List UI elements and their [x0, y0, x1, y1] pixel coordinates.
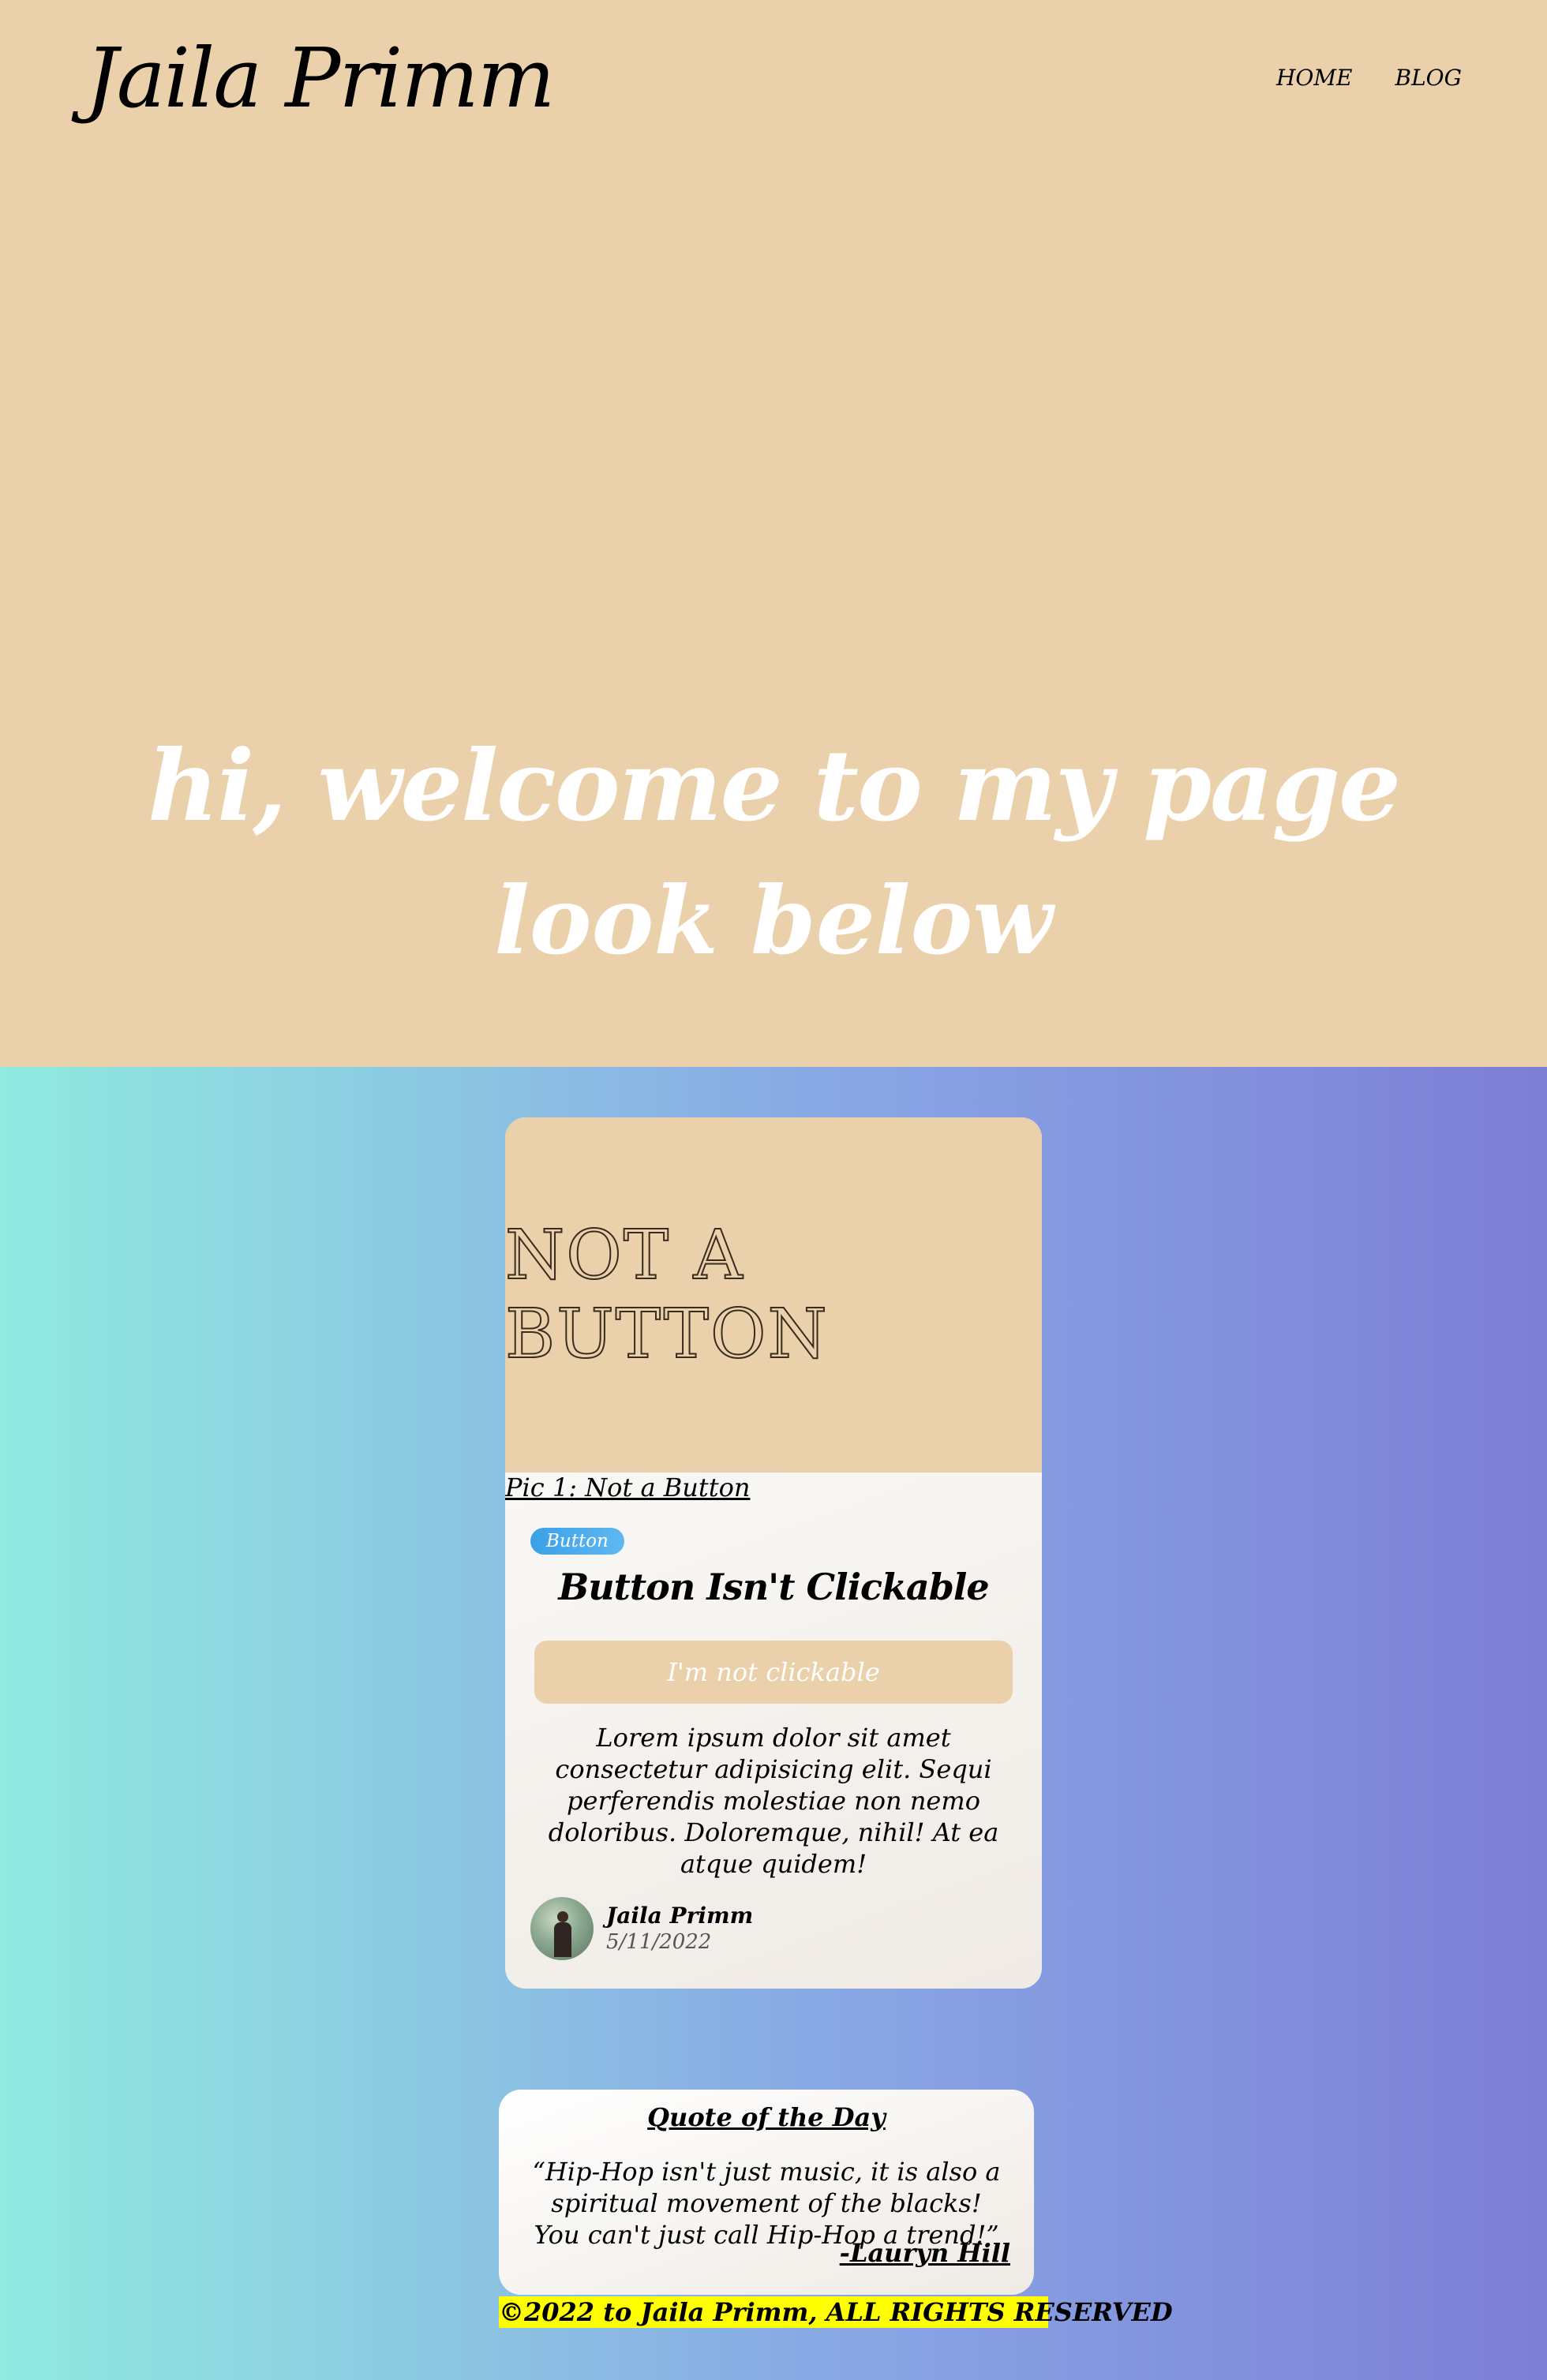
welcome-banner: hi, welcome to my page look below — [0, 720, 1547, 988]
image-caption: Pic 1: Not a Button — [505, 1473, 751, 1502]
quote-title: Quote of the Day — [647, 2102, 886, 2132]
card-author: Jaila Primm 5/11/2022 — [530, 1897, 753, 1960]
nav-blog-link[interactable]: BLOG — [1395, 65, 1463, 91]
card-image: NOT A BUTTON — [505, 1117, 1042, 1473]
main-nav: HOME BLOG — [1276, 65, 1462, 91]
card-title: Button Isn't Clickable — [558, 1566, 989, 1608]
nav-home-link[interactable]: HOME — [1276, 65, 1352, 91]
site-logo[interactable]: Jaila Primm — [85, 30, 555, 126]
author-name: Jaila Primm — [606, 1903, 754, 1929]
quote-text: “Hip-Hop isn't just music, it is also a … — [532, 2157, 1001, 2250]
card-tag-badge: Button — [530, 1528, 624, 1555]
hero-section: Jaila Primm HOME BLOG hi, welcome to my … — [0, 0, 1547, 1067]
not-clickable-box: I'm not clickable — [534, 1641, 1013, 1704]
footer-copyright: ©2022 to Jaila Primm, ALL RIGHTS RESERVE… — [499, 2296, 1173, 2328]
post-date: 5/11/2022 — [606, 1930, 712, 1954]
welcome-subheading: look below — [494, 866, 1053, 975]
card-body-text: Lorem ipsum dolor sit amet consectetur a… — [548, 1723, 999, 1879]
welcome-heading: hi, welcome to my page — [147, 729, 1401, 844]
author-info: Jaila Primm 5/11/2022 — [606, 1903, 753, 1955]
card-image-text: NOT A BUTTON — [505, 1215, 829, 1375]
blog-card: NOT A BUTTON Pic 1: Not a Button Button … — [505, 1117, 1042, 1989]
quote-card: Quote of the Day “Hip-Hop isn't just mus… — [499, 2090, 1034, 2295]
quote-author: -Lauryn Hill — [839, 2238, 1010, 2268]
avatar — [530, 1897, 594, 1960]
